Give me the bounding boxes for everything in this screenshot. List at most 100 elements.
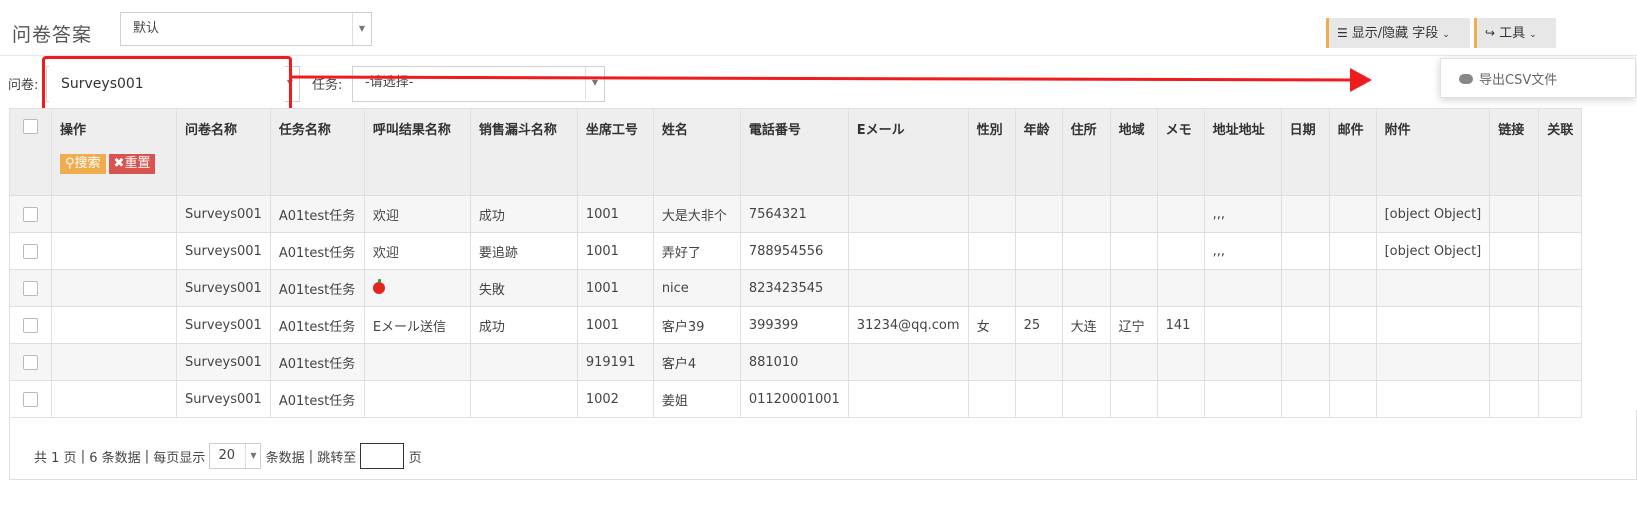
table-cell	[1489, 195, 1540, 233]
row-checkbox[interactable]	[23, 280, 38, 296]
table-cell: 7564321	[739, 195, 849, 233]
table-cell	[1109, 232, 1158, 270]
table-cell	[847, 269, 969, 307]
table-cell	[1280, 195, 1330, 233]
table-cell	[1375, 269, 1491, 307]
table-cell	[1203, 343, 1282, 381]
total-pages: 共 1 页	[34, 450, 77, 466]
table-cell	[1328, 269, 1377, 307]
column-header[interactable]: 年龄	[1014, 108, 1063, 196]
table-cell: 要追跡	[469, 232, 578, 270]
column-header[interactable]: 问卷名称	[176, 108, 271, 196]
column-header[interactable]: 坐席工号	[576, 108, 654, 196]
select-all-checkbox[interactable]	[23, 119, 38, 134]
reset-button[interactable]: ✖重置	[108, 154, 156, 174]
table-row[interactable]: Surveys001 A01test任务 失敗 1001 nice 823423…	[9, 269, 1583, 307]
column-header[interactable]: 性別	[967, 108, 1016, 196]
table-cell	[1156, 232, 1205, 270]
table-cell: A01test任务	[269, 343, 365, 381]
table-cell: A01test任务	[269, 195, 365, 233]
column-header[interactable]: 住所	[1061, 108, 1111, 196]
answers-table: 操作 ⚲搜索 ✖重置 问卷名称 任务名称 呼叫结果名称 销售漏斗名称 坐席工号 姓…	[9, 108, 1583, 418]
column-header[interactable]: 地址地址	[1203, 108, 1282, 196]
total-rows: 6 条数据	[89, 450, 141, 466]
table-cell: 辽宁	[1109, 306, 1158, 344]
apple-icon	[372, 279, 385, 294]
table-cell[interactable]: [object Object]	[1375, 195, 1491, 233]
select-all-cell[interactable]	[9, 108, 52, 196]
table-cell	[967, 195, 1016, 233]
column-header[interactable]: 附件	[1375, 108, 1491, 196]
row-checkbox[interactable]	[23, 243, 38, 259]
table-cell	[51, 343, 177, 381]
table-cell	[1489, 269, 1540, 307]
column-header[interactable]: 姓名	[652, 108, 741, 196]
table-cell	[1109, 269, 1158, 307]
table-cell: 788954556	[739, 232, 849, 270]
table-cell	[1280, 306, 1330, 344]
per-page-select[interactable]: 20 ▼	[209, 443, 262, 469]
column-header[interactable]: 链接	[1489, 108, 1540, 196]
table-cell	[1203, 306, 1282, 344]
jump-page-input[interactable]	[360, 443, 405, 469]
table-cell	[847, 195, 969, 233]
table-cell	[1328, 195, 1377, 233]
column-header[interactable]: Eメール	[847, 108, 969, 196]
column-header[interactable]: 任务名称	[269, 108, 365, 196]
table-cell: 客户39	[652, 306, 741, 344]
table-cell[interactable]: [object Object]	[1375, 232, 1491, 270]
rows-label: 条数据	[265, 450, 305, 466]
table-cell: 1001	[576, 269, 654, 307]
column-header[interactable]: 電話番号	[739, 108, 849, 196]
row-checkbox-cell[interactable]	[9, 195, 52, 233]
table-header-row: 操作 ⚲搜索 ✖重置 问卷名称 任务名称 呼叫结果名称 销售漏斗名称 坐席工号 姓…	[9, 108, 1583, 196]
table-cell	[1280, 232, 1330, 270]
table-cell: 881010	[739, 343, 849, 381]
row-checkbox-cell[interactable]	[9, 306, 52, 344]
column-header[interactable]: 日期	[1280, 108, 1330, 196]
table-cell	[1280, 343, 1330, 381]
table-cell	[363, 269, 471, 307]
row-checkbox[interactable]	[23, 317, 38, 333]
table-cell	[51, 269, 177, 307]
row-checkbox-cell[interactable]	[9, 232, 52, 270]
chevron-down-icon: ▼	[245, 444, 260, 468]
table-cell	[1328, 232, 1377, 270]
pager-separator: |	[308, 448, 314, 464]
table-row[interactable]: Surveys001 A01test任务 欢迎 要追跡 1001 弄好了 788…	[9, 232, 1583, 270]
table-cell	[1489, 232, 1540, 270]
page-suffix: 页	[408, 450, 422, 466]
row-checkbox[interactable]	[23, 206, 38, 222]
row-checkbox-cell[interactable]	[9, 343, 52, 381]
column-header-label: 操作	[60, 123, 87, 138]
search-button[interactable]: ⚲搜索	[60, 154, 106, 174]
row-checkbox[interactable]	[23, 354, 38, 370]
table-cell: Surveys001	[176, 195, 271, 233]
table-row[interactable]: Surveys001 A01test任务 919191 客户4 881010	[9, 343, 1583, 381]
column-header[interactable]: メモ	[1156, 108, 1205, 196]
table-row[interactable]: Surveys001 A01test任务 Eメール送信 成功 1001 客户39…	[9, 306, 1583, 344]
column-header[interactable]: 关联	[1538, 108, 1583, 196]
table-cell	[363, 343, 471, 381]
table-cell	[1061, 269, 1111, 307]
column-header[interactable]: 销售漏斗名称	[469, 108, 578, 196]
table-cell: 25	[1014, 306, 1063, 344]
column-header-actions: 操作 ⚲搜索 ✖重置	[51, 108, 177, 196]
column-header[interactable]: 地域	[1109, 108, 1158, 196]
column-header[interactable]: 邮件	[1328, 108, 1377, 196]
table-cell: ,,,	[1203, 195, 1282, 233]
table-cell	[1280, 269, 1330, 307]
table-cell	[1328, 343, 1377, 381]
table-cell	[1061, 195, 1111, 233]
table-cell	[51, 306, 177, 344]
row-checkbox[interactable]	[23, 391, 38, 407]
table-row[interactable]: Surveys001 A01test任务 欢迎 成功 1001 大是大非个 75…	[9, 195, 1583, 233]
table-cell: Eメール送信	[363, 306, 471, 344]
column-header[interactable]: 呼叫结果名称	[363, 108, 471, 196]
table-cell: 弄好了	[652, 232, 741, 270]
table-cell	[1538, 306, 1583, 344]
table-cell	[847, 343, 969, 381]
row-checkbox-cell[interactable]	[9, 269, 52, 307]
table-cell	[51, 195, 177, 233]
table-cell: 成功	[469, 306, 578, 344]
